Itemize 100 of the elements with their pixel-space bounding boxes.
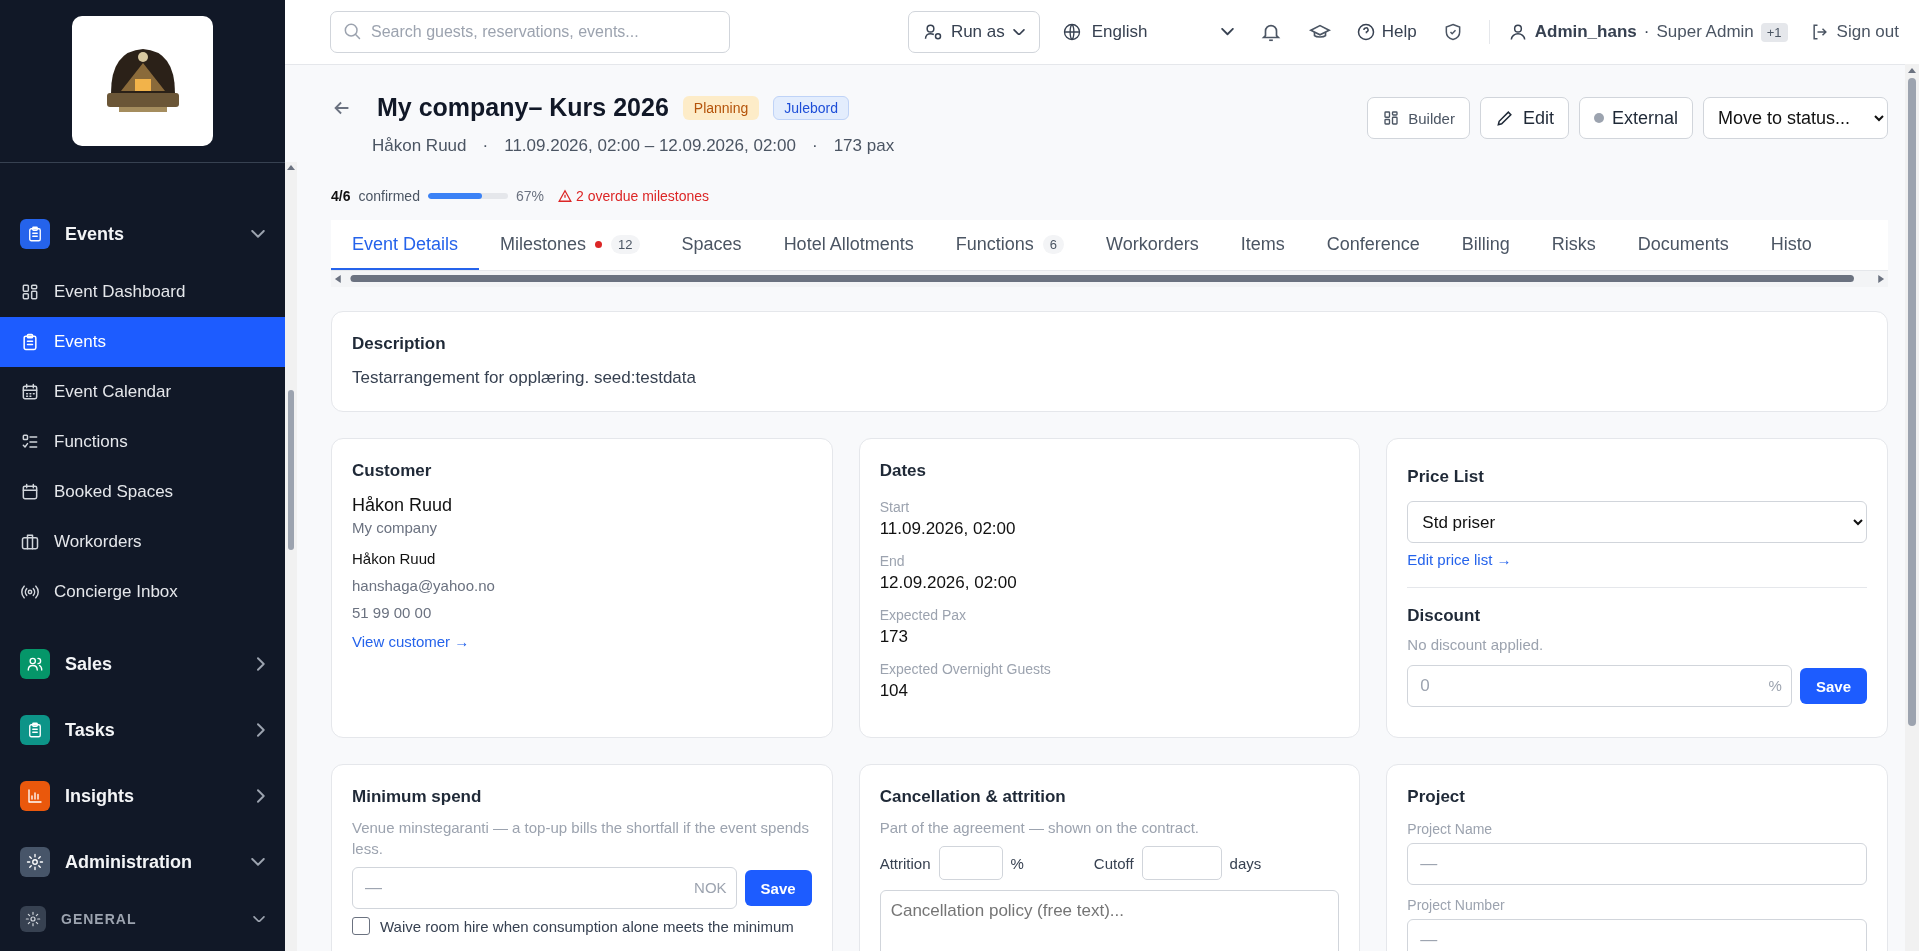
clipboard-icon <box>20 332 40 352</box>
sign-out-button[interactable]: Sign out <box>1809 22 1899 42</box>
tab[interactable]: Documents <box>1616 220 1750 270</box>
cancellation-policy-field[interactable]: Cancellation policy (free text)... <box>879 890 1340 951</box>
scrollbar[interactable] <box>285 162 297 951</box>
status-select[interactable]: Move to status... <box>1703 97 1888 139</box>
event-meta: 11.09.2026, 02:00 – 12.09.2026, 02:00 <box>504 136 796 156</box>
nav-section[interactable]: Sales <box>0 639 285 689</box>
briefcase-icon <box>20 532 40 552</box>
nav-item[interactable]: Workorders <box>0 517 285 567</box>
project-field[interactable]: — <box>1407 919 1867 951</box>
field-value: 173 <box>879 627 910 647</box>
broadcast-icon <box>20 582 40 602</box>
save-button[interactable]: Save <box>1799 668 1867 704</box>
chevron-down-icon <box>253 915 265 923</box>
nav-item[interactable]: Event Dashboard <box>0 267 285 317</box>
card-heading: Discount <box>1407 606 1482 626</box>
user-settings-icon <box>922 22 943 42</box>
card-heading: Project <box>1407 787 1466 807</box>
nav-section[interactable]: Events <box>0 209 285 259</box>
checkbox[interactable] <box>352 917 370 935</box>
field-label: Project Name <box>1407 821 1494 837</box>
cancellation-note: Part of the agreement — shown on the contract. <box>879 818 1200 838</box>
tab[interactable]: Milestones 12 <box>479 220 661 270</box>
card-heading: Description <box>352 334 447 354</box>
tab[interactable]: Spaces <box>660 220 763 270</box>
tab[interactable]: Items <box>1219 220 1306 270</box>
tab[interactable]: Hotel Allotments <box>762 220 935 270</box>
nav-item[interactable]: Events <box>0 317 285 367</box>
chevron-right-icon <box>257 657 265 671</box>
contact-phone: 51 99 00 00 <box>352 604 433 621</box>
description-text: Testarrangement for opplæring. seed:testdata <box>352 368 697 388</box>
tab[interactable]: Conference <box>1305 220 1441 270</box>
status-dot-icon <box>1593 113 1604 123</box>
discount-note: No discount applied. <box>1407 635 1545 655</box>
price-list-select[interactable]: Std priser <box>1407 501 1867 543</box>
user-name: Admin_hans <box>1534 22 1637 42</box>
nav-item[interactable]: Functions <box>0 417 285 467</box>
chevron-down-icon <box>1012 28 1025 36</box>
tab[interactable]: Workorders <box>1084 220 1220 270</box>
external-button[interactable]: External <box>1578 97 1693 139</box>
language-select[interactable]: English <box>1061 22 1234 42</box>
edit-button[interactable]: Edit <box>1479 97 1569 139</box>
tab[interactable]: Functions 6 <box>934 220 1085 270</box>
view-customer-link[interactable]: View customer → <box>352 633 470 650</box>
builder-button[interactable]: Builder <box>1367 97 1470 139</box>
search-field[interactable]: Search guests, reservations, events... <box>330 11 730 53</box>
field-label: End <box>879 553 906 569</box>
nav-item[interactable]: Concierge Inbox <box>0 567 285 617</box>
progress-percent: 67% <box>515 188 544 204</box>
pencil-icon <box>1494 108 1515 128</box>
nav-section[interactable]: Administration <box>0 837 285 887</box>
unit-label: days <box>1229 854 1262 872</box>
card-heading: Price List <box>1407 467 1485 487</box>
chevron-right-icon <box>257 723 265 737</box>
minimum-spend-note: Venue minstegaranti — a top-up bills the shortfall if the event spends less. <box>352 818 810 859</box>
field-value: 104 <box>879 681 910 701</box>
checkbox-label: Waive room hire when consumption alone meets the minimum <box>380 917 794 935</box>
tab[interactable]: Risks <box>1530 220 1617 270</box>
chevron-right-icon <box>257 789 265 803</box>
customer-name: Håkon Ruud <box>352 495 454 516</box>
progress-label: confirmed <box>358 188 420 204</box>
card-heading: Cancellation & attrition <box>879 787 1067 807</box>
separator-dot: · <box>1643 22 1650 42</box>
calendar-icon <box>20 382 40 402</box>
edit-price-list-link[interactable]: Edit price list → <box>1407 551 1512 568</box>
event-meta: 173 pax <box>833 136 895 156</box>
help-link[interactable]: Help <box>1355 22 1417 42</box>
card-heading: Dates <box>879 461 927 481</box>
tab[interactable]: Histo <box>1749 220 1833 270</box>
settings-icon <box>20 906 46 932</box>
separator-dot: · <box>811 136 818 156</box>
nav-item[interactable]: Booked Spaces <box>0 467 285 517</box>
run-as-button[interactable]: Run as <box>907 11 1040 53</box>
event-meta: Håkon Ruud <box>372 136 467 156</box>
field-label: Expected Overnight Guests <box>879 661 1052 677</box>
chevron-down-icon <box>1220 28 1234 36</box>
unit-label: % <box>1010 854 1024 872</box>
status-tag: Planning <box>682 95 760 120</box>
horizontal-scrollbar[interactable] <box>331 271 1888 287</box>
project-field[interactable]: — <box>1407 843 1867 885</box>
role-count-badge: +1 <box>1760 22 1788 42</box>
tab[interactable]: Billing <box>1440 220 1531 270</box>
separator-dot: · <box>482 136 489 156</box>
scrollbar[interactable] <box>1905 64 1919 951</box>
cutoff-field[interactable] <box>1141 846 1222 880</box>
unit-label: % <box>1768 677 1782 694</box>
save-button[interactable]: Save <box>744 870 812 906</box>
contact-name: Håkon Ruud <box>352 550 437 567</box>
field-label: Expected Pax <box>879 607 968 623</box>
field-label: Cutoff <box>1093 854 1134 872</box>
event-title: My company– Kurs 2026 <box>377 93 669 122</box>
nav-group[interactable]: GENERAL <box>0 899 285 939</box>
attrition-field[interactable] <box>938 846 1003 880</box>
warning-icon <box>557 189 572 203</box>
user-role: Super Admin <box>1656 22 1754 42</box>
calendar-icon <box>20 482 40 502</box>
nav-section[interactable]: Tasks <box>0 705 285 755</box>
nav-item[interactable]: Event Calendar <box>0 367 285 417</box>
nav-section[interactable]: Insights <box>0 771 285 821</box>
